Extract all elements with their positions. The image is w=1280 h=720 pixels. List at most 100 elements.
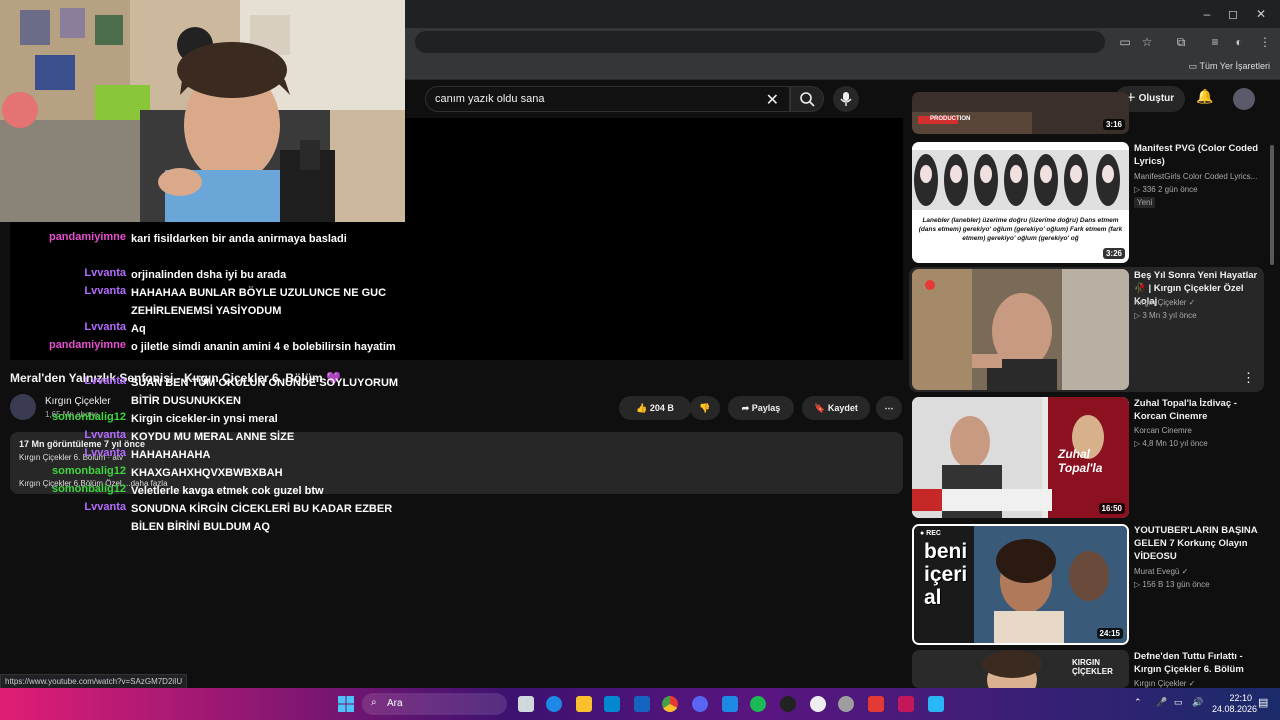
rec-thumbnail: KIRGIN ÇİÇEKLER [912,650,1129,688]
channel-name[interactable]: Kırgın Çiçekler [45,396,111,407]
search-box[interactable]: canım yazık oldu sana ✕ [425,86,790,112]
chat-text: HAHAHAA BUNLAR BÖYLE UZULUNCE NE GUC ZEH… [131,287,387,317]
reading-list-icon[interactable]: ≡ [1207,34,1223,50]
view-count: 17 Mn görüntüleme 7 yıl önce [19,439,146,449]
rec-title[interactable]: YOUTUBER'LARIN BAŞINA GELEN 7 Korkunç Ol… [1134,524,1262,563]
rec-title[interactable]: Zuhal Topal'la İzdivaç - Korcan Cinemre [1134,397,1262,423]
rec-record-badge: ● REC [920,530,941,537]
thumb-overlay-text: beni içeri al [924,540,968,609]
photos-icon[interactable] [928,696,944,712]
rec-channel[interactable]: Murat Evegü ✓ [1134,567,1188,576]
chrome-icon[interactable] [662,696,678,712]
close-window-button[interactable]: ✕ [1253,6,1269,22]
file-explorer-icon[interactable] [576,696,592,712]
rec-title[interactable]: Defne'den Tuttu Fırlattı - Kırgın Çiçekl… [1134,650,1262,676]
bookmark-star-icon[interactable]: ☆ [1139,34,1155,50]
store-icon[interactable] [604,696,620,712]
menu-kebab-icon[interactable]: ⋮ [1257,34,1273,50]
chat-username[interactable]: Lvvanta [84,375,126,387]
recommendation-item[interactable]: ● REC beni içeri al 24:15 YOUTUBER'LARIN… [912,524,1272,646]
share-arrow-icon: ➦ [741,403,752,413]
windows-start-icon[interactable] [338,696,354,712]
chat-username[interactable]: Lvvanta [84,285,126,297]
microphone-tray-icon[interactable]: 🎤 [1156,697,1167,708]
chat-text: Aq [131,323,146,335]
spotify-icon[interactable] [750,696,766,712]
link-status-url: https://www.youtube.com/watch?v=SAzGM7D2… [0,674,188,689]
omnibox[interactable] [415,31,1105,53]
recommendation-item[interactable]: PRODUCTION 3:16 [912,92,1272,136]
steam-icon[interactable] [780,696,796,712]
rec-thumbnail: PRODUCTION 3:16 [912,92,1129,134]
tray-chevron-icon[interactable]: ⌃ [1134,697,1142,708]
clock[interactable]: 22:10 24.08.2026 [1212,693,1257,715]
recommendation-item[interactable]: Lanebler (lanebler) üzerime doğru (üzeri… [912,142,1272,264]
chat-username[interactable]: somonbalig12 [52,465,126,477]
recommendation-item[interactable]: KIRGIN ÇİÇEKLER Defne'den Tuttu Fırlattı… [912,650,1272,688]
obs-icon[interactable] [810,696,826,712]
rec-thumbnail [912,269,1129,390]
task-view-icon[interactable] [518,696,534,712]
like-button[interactable]: 👍 204 B [619,396,691,420]
duration-badge: 16:50 [1098,503,1125,514]
rec-channel[interactable]: Kırgın Çiçekler ✓ [1134,679,1195,688]
sidebar-scrollbar[interactable] [1270,145,1274,265]
chat-username[interactable]: Lvvanta [84,429,126,441]
extensions-icon[interactable]: ⧉ [1173,34,1189,50]
maximize-button[interactable]: ◻ [1225,6,1241,22]
share-label: Paylaş [751,403,781,413]
taskbar-search-label: Ara [387,698,403,709]
vpn-shield-icon[interactable] [722,696,738,712]
more-actions-button[interactable]: ⋯ [876,396,902,420]
cast-icon[interactable]: ▭ [1117,34,1133,50]
edge-browser-icon[interactable] [546,696,562,712]
channel-avatar[interactable] [10,394,36,420]
network-icon[interactable]: ▭ [1174,697,1183,708]
outlook-icon[interactable] [634,696,650,712]
notification-center-icon[interactable]: ▤ [1258,696,1268,709]
search-icon [800,92,815,107]
rec-channel[interactable]: ManifestGirls Color Coded Lyrics... [1134,172,1257,181]
app-icon-v[interactable] [898,696,914,712]
chat-username[interactable]: pandamiyimne [49,231,126,243]
chat-text: Kirgin cicekler-in ynsi meral [131,413,278,425]
all-bookmarks-link[interactable]: ▭ Tüm Yer İşaretleri [1189,61,1270,72]
chat-text: HAHAHAHAHA [131,449,211,461]
rec-channel[interactable]: Korcan Cinemre [1134,426,1192,435]
discord-icon[interactable] [692,696,708,712]
taskbar-search[interactable]: ⌕ Ara [362,693,507,715]
rec-meta: ▷ 156 B 13 gün önce [1134,580,1210,589]
share-button[interactable]: ➦ Paylaş [728,396,794,420]
chat-username[interactable]: somonbalig12 [52,483,126,495]
chat-username[interactable]: Lvvanta [84,321,126,333]
dislike-button[interactable]: 👎 [690,396,720,420]
thumb-logo: Zuhal Topal'la [1058,447,1103,475]
rec-channel[interactable]: Kırgın Çiçekler ✓ [1134,298,1195,307]
search-input[interactable]: canım yazık oldu sana [435,93,544,105]
search-button[interactable] [790,86,824,112]
rec-title[interactable]: Manifest PVG (Color Coded Lyrics) [1134,142,1262,168]
voice-search-button[interactable] [833,86,859,112]
chat-username[interactable]: pandamiyimne [49,339,126,351]
recommendation-item[interactable]: Zuhal Topal'la 16:50 Zuhal Topal'la İzdi… [912,397,1272,519]
thumbs-down-icon: 👎 [699,403,711,413]
recording-app-icon[interactable] [868,696,884,712]
folder-icon: ▭ [1188,61,1200,71]
chat-username[interactable]: Lvvanta [84,267,126,279]
webcam-image [0,0,405,222]
settings-gear-icon[interactable] [838,696,854,712]
rec-meta: ▷ 4,8 Mn 10 yıl önce [1134,439,1208,448]
clear-search-icon[interactable]: ✕ [766,90,779,110]
profile-icon[interactable]: ◐ [1231,34,1247,50]
chat-username[interactable]: Lvvanta [84,501,126,513]
minimize-button[interactable]: – [1199,6,1215,22]
bookmark-icon: 🔖 [814,403,828,413]
more-options-icon[interactable]: ⋮ [1242,370,1255,386]
all-bookmarks-label: Tüm Yer İşaretleri [1199,61,1270,71]
volume-icon[interactable]: 🔊 [1192,697,1203,708]
chat-username[interactable]: Lvvanta [84,447,126,459]
duration-badge: 3:26 [1102,248,1125,259]
recommendation-item-hovered[interactable]: Beş Yıl Sonra Yeni Hayatlar 🥀 | Kırgın Ç… [909,267,1264,392]
chat-username[interactable]: somonbalig12 [52,411,126,423]
save-button[interactable]: 🔖 Kaydet [802,396,870,420]
